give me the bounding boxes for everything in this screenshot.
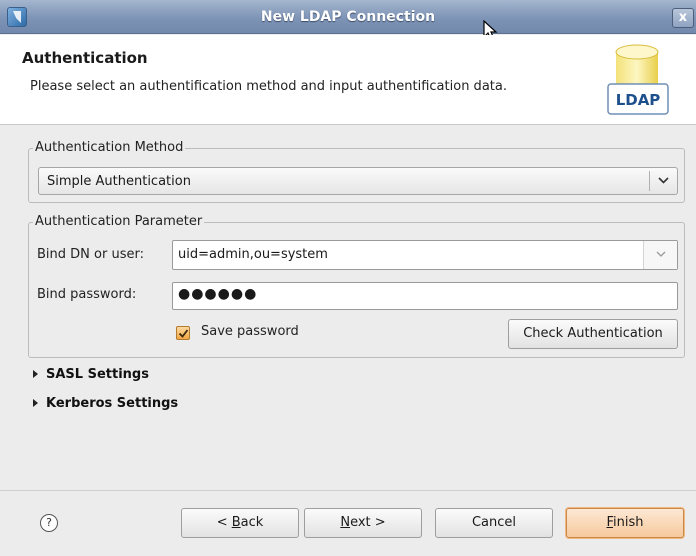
kerberos-settings-label: Kerberos Settings <box>46 396 179 411</box>
back-mnemonic: B <box>231 515 241 530</box>
sasl-settings-expander[interactable]: SASL Settings <box>33 367 149 382</box>
bind-password-field[interactable]: ●●●●●● <box>172 282 678 310</box>
ldap-badge-label: LDAP <box>616 91 661 109</box>
close-button[interactable]: x <box>672 8 694 28</box>
title-bar: New LDAP Connection x <box>0 0 696 34</box>
authentication-method-group: Authentication Method Simple Authenticat… <box>28 140 685 203</box>
next-rest: ext > <box>350 515 386 530</box>
save-password-checkbox[interactable] <box>176 326 190 340</box>
finish-button[interactable]: Finish <box>566 508 684 538</box>
ldap-database-icon: LDAP <box>607 44 669 115</box>
authentication-method-select[interactable]: Simple Authentication <box>38 167 678 195</box>
wizard-header: Authentication Please select an authenti… <box>0 35 696 125</box>
kerberos-settings-expander[interactable]: Kerberos Settings <box>33 396 178 411</box>
check-authentication-button[interactable]: Check Authentication <box>508 319 678 349</box>
bind-dn-field[interactable]: uid=admin,ou=system <box>172 240 678 270</box>
page-title: Authentication <box>22 49 148 67</box>
back-rest: ack <box>240 515 264 530</box>
expand-triangle-icon <box>33 370 38 378</box>
save-password-label[interactable]: Save password <box>201 324 299 339</box>
bind-dn-value: uid=admin,ou=system <box>178 247 328 262</box>
bind-password-label: Bind password: <box>37 287 137 302</box>
footer-separator <box>0 490 696 491</box>
back-button[interactable]: < Back <box>181 508 299 538</box>
expand-triangle-icon <box>33 399 38 407</box>
authentication-parameter-group: Authentication Parameter Bind DN or user… <box>28 214 685 358</box>
page-description: Please select an authentification method… <box>30 79 507 94</box>
authentication-parameter-legend: Authentication Parameter <box>33 214 205 229</box>
chevron-down-icon[interactable] <box>649 171 677 191</box>
authentication-method-legend: Authentication Method <box>33 140 186 155</box>
bind-password-value: ●●●●●● <box>178 286 258 302</box>
finish-rest: inish <box>613 515 644 530</box>
help-icon[interactable]: ? <box>40 514 58 532</box>
window-title: New LDAP Connection <box>260 9 436 25</box>
bind-dn-label: Bind DN or user: <box>37 247 144 262</box>
sasl-settings-label: SASL Settings <box>46 367 149 382</box>
next-button[interactable]: Next > <box>304 508 422 538</box>
next-mnemonic: N <box>340 515 351 530</box>
cancel-button[interactable]: Cancel <box>435 508 553 538</box>
chevron-down-icon[interactable] <box>643 241 677 269</box>
back-prefix: < <box>216 515 232 530</box>
authentication-method-value: Simple Authentication <box>47 174 191 189</box>
